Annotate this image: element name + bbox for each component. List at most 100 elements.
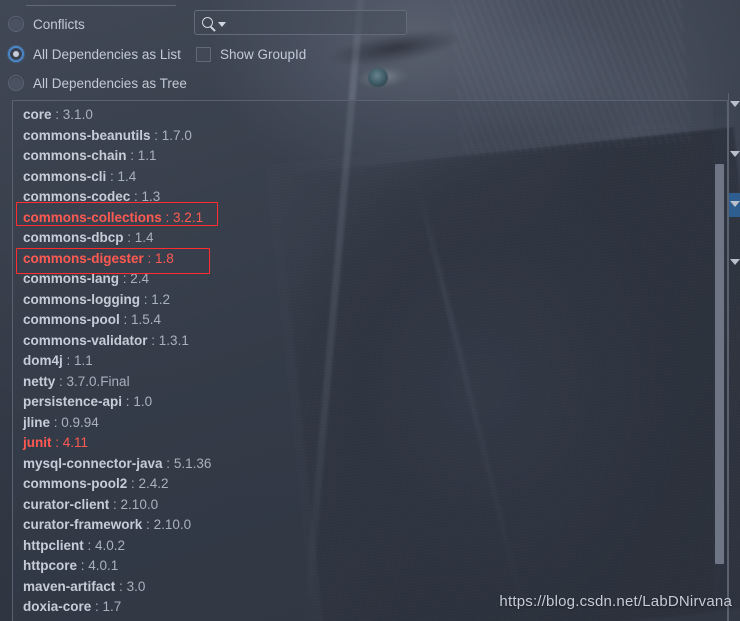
dependency-separator: : bbox=[115, 578, 127, 594]
dependency-version: 1.3.1 bbox=[158, 332, 189, 348]
dependency-row[interactable]: httpcore : 4.0.1 bbox=[23, 556, 713, 577]
dependency-version: 3.7.0.Final bbox=[66, 373, 130, 389]
dependency-version: 0.9.94 bbox=[61, 414, 99, 430]
dependency-artifact-id: core bbox=[23, 107, 52, 122]
dependency-list-scrollbar[interactable] bbox=[713, 102, 726, 621]
dependency-artifact-id: commons-pool bbox=[23, 312, 120, 327]
dependency-row[interactable]: curator-framework : 2.10.0 bbox=[23, 515, 713, 536]
radio-all-dependencies-as-tree[interactable]: All Dependencies as Tree bbox=[8, 72, 187, 94]
dependency-version: 1.2 bbox=[151, 291, 171, 307]
dependency-version: 1.5.4 bbox=[131, 312, 162, 327]
checkbox-show-groupid-label: Show GroupId bbox=[220, 46, 307, 62]
search-input[interactable] bbox=[226, 15, 414, 30]
dependency-separator: : bbox=[162, 455, 174, 471]
dependency-separator: : bbox=[142, 517, 154, 532]
dependency-version: 5.1.36 bbox=[173, 455, 212, 471]
search-icon[interactable] bbox=[202, 17, 226, 28]
dependency-row[interactable]: jline : 0.9.94 bbox=[23, 413, 713, 434]
checkbox-show-groupid[interactable]: Show GroupId bbox=[196, 43, 306, 65]
radio-all-dependencies-as-tree-label: All Dependencies as Tree bbox=[33, 75, 187, 91]
right-tool-strip[interactable] bbox=[728, 93, 740, 621]
dependency-version: 2.4.2 bbox=[138, 476, 169, 491]
radio-all-dependencies-as-list-label: All Dependencies as List bbox=[33, 46, 181, 62]
checkbox-show-groupid-indicator[interactable] bbox=[196, 46, 211, 62]
chevron-down-icon[interactable] bbox=[730, 151, 740, 157]
dependency-separator: : bbox=[55, 373, 67, 389]
dependency-row[interactable]: commons-pool : 1.5.4 bbox=[23, 310, 713, 331]
dependency-artifact-id: junit bbox=[23, 435, 52, 450]
dependency-artifact-id: dom4j bbox=[23, 353, 63, 368]
dependency-artifact-id: persistence-api bbox=[23, 394, 123, 409]
dependency-row[interactable]: httpclient : 4.0.2 bbox=[23, 536, 713, 557]
dependency-version: 3.0 bbox=[126, 578, 146, 594]
dependency-row[interactable]: netty : 3.7.0.Final bbox=[23, 372, 713, 393]
radio-all-dependencies-as-tree-indicator[interactable] bbox=[8, 75, 24, 91]
radio-conflicts-indicator[interactable] bbox=[8, 16, 24, 32]
dependency-row[interactable]: commons-logging : 1.2 bbox=[23, 290, 713, 311]
dependency-row[interactable]: commons-chain : 1.1 bbox=[23, 146, 713, 167]
dependency-row[interactable]: commons-dbcp : 1.4 bbox=[23, 228, 713, 249]
dependency-version: 3.1.0 bbox=[62, 107, 93, 122]
dependency-version: 1.1 bbox=[74, 353, 93, 368]
dependency-artifact-id: commons-cli bbox=[23, 168, 107, 184]
dependency-row[interactable]: commons-digester : 1.8 bbox=[23, 249, 713, 270]
dependency-row[interactable]: persistence-api : 1.0 bbox=[23, 392, 713, 413]
dependency-artifact-id: netty bbox=[23, 373, 56, 389]
chevron-down-icon[interactable] bbox=[218, 22, 226, 27]
dependency-row[interactable]: commons-cli : 1.4 bbox=[23, 167, 713, 188]
dependency-artifact-id: commons-dbcp bbox=[23, 230, 124, 245]
dependency-row[interactable]: junit : 4.11 bbox=[23, 433, 713, 454]
dependency-separator: : bbox=[51, 435, 63, 450]
dependency-artifact-id: httpclient bbox=[23, 537, 84, 553]
dependency-row[interactable]: commons-collections : 3.2.1 bbox=[23, 208, 713, 229]
radio-conflicts[interactable]: Conflicts bbox=[8, 13, 85, 35]
dependency-row[interactable]: commons-lang : 2.4 bbox=[23, 269, 713, 290]
dependency-list[interactable]: core : 3.1.0 commons-beanutils : 1.7.0 com… bbox=[13, 101, 713, 618]
dependency-artifact-id: commons-codec bbox=[23, 189, 131, 204]
radio-all-dependencies-as-list-indicator[interactable] bbox=[8, 46, 24, 62]
dependency-artifact-id: commons-beanutils bbox=[23, 127, 151, 143]
dependency-row[interactable]: commons-beanutils : 1.7.0 bbox=[23, 126, 713, 147]
dependency-list-panel[interactable]: core : 3.1.0 commons-beanutils : 1.7.0 com… bbox=[12, 100, 728, 621]
dependency-row[interactable]: commons-codec : 1.3 bbox=[23, 187, 713, 208]
watermark: https://blog.csdn.net/LabDNirvana bbox=[499, 593, 732, 610]
dependency-separator: : bbox=[106, 168, 118, 184]
chevron-down-icon[interactable] bbox=[730, 101, 740, 107]
dependency-artifact-id: commons-digester bbox=[23, 250, 144, 266]
dependency-row[interactable]: core : 3.1.0 bbox=[23, 105, 713, 126]
dependency-artifact-id: mysql-connector-java bbox=[23, 455, 163, 471]
dependency-separator: : bbox=[140, 291, 152, 307]
dependency-row[interactable]: curator-client : 2.10.0 bbox=[23, 495, 713, 516]
dependency-artifact-id: maven-artifact bbox=[23, 578, 116, 594]
dependency-version: 1.0 bbox=[133, 394, 153, 409]
magnifier-glyph bbox=[202, 17, 213, 28]
dependency-separator: : bbox=[150, 127, 162, 143]
dependency-separator: : bbox=[83, 537, 96, 553]
dependency-artifact-id: commons-lang bbox=[23, 271, 120, 286]
dependency-row[interactable]: commons-validator : 1.3.1 bbox=[23, 331, 713, 352]
dependency-row[interactable]: mysql-connector-java : 5.1.36 bbox=[23, 454, 713, 475]
chevron-down-icon[interactable] bbox=[730, 201, 740, 207]
dependency-separator: : bbox=[62, 353, 75, 368]
dependency-artifact-id: commons-collections bbox=[23, 209, 162, 225]
search-box[interactable] bbox=[194, 10, 414, 35]
dependency-separator: : bbox=[127, 476, 139, 491]
dependency-separator: : bbox=[119, 271, 131, 286]
dependency-artifact-id: commons-chain bbox=[23, 148, 127, 163]
toolbar-divider bbox=[26, 5, 176, 6]
dependency-version: 1.7 bbox=[102, 599, 122, 614]
dependency-version: 1.1 bbox=[137, 148, 157, 163]
dependency-artifact-id: commons-validator bbox=[23, 332, 148, 348]
dependency-version: 4.0.1 bbox=[88, 558, 119, 573]
dependency-version: 1.4 bbox=[117, 168, 137, 184]
dependency-row[interactable]: dom4j : 1.1 bbox=[23, 351, 713, 372]
scrollbar-thumb[interactable] bbox=[715, 164, 724, 564]
dependency-version: 4.11 bbox=[62, 435, 89, 450]
dependency-version: 1.7.0 bbox=[161, 127, 192, 143]
chevron-down-icon[interactable] bbox=[730, 259, 740, 265]
radio-all-dependencies-as-list[interactable]: All Dependencies as List bbox=[8, 43, 181, 65]
dependency-row[interactable]: commons-pool2 : 2.4.2 bbox=[23, 474, 713, 495]
dependency-separator: : bbox=[161, 209, 174, 225]
dependency-separator: : bbox=[51, 107, 63, 122]
dependency-separator: : bbox=[126, 148, 138, 163]
